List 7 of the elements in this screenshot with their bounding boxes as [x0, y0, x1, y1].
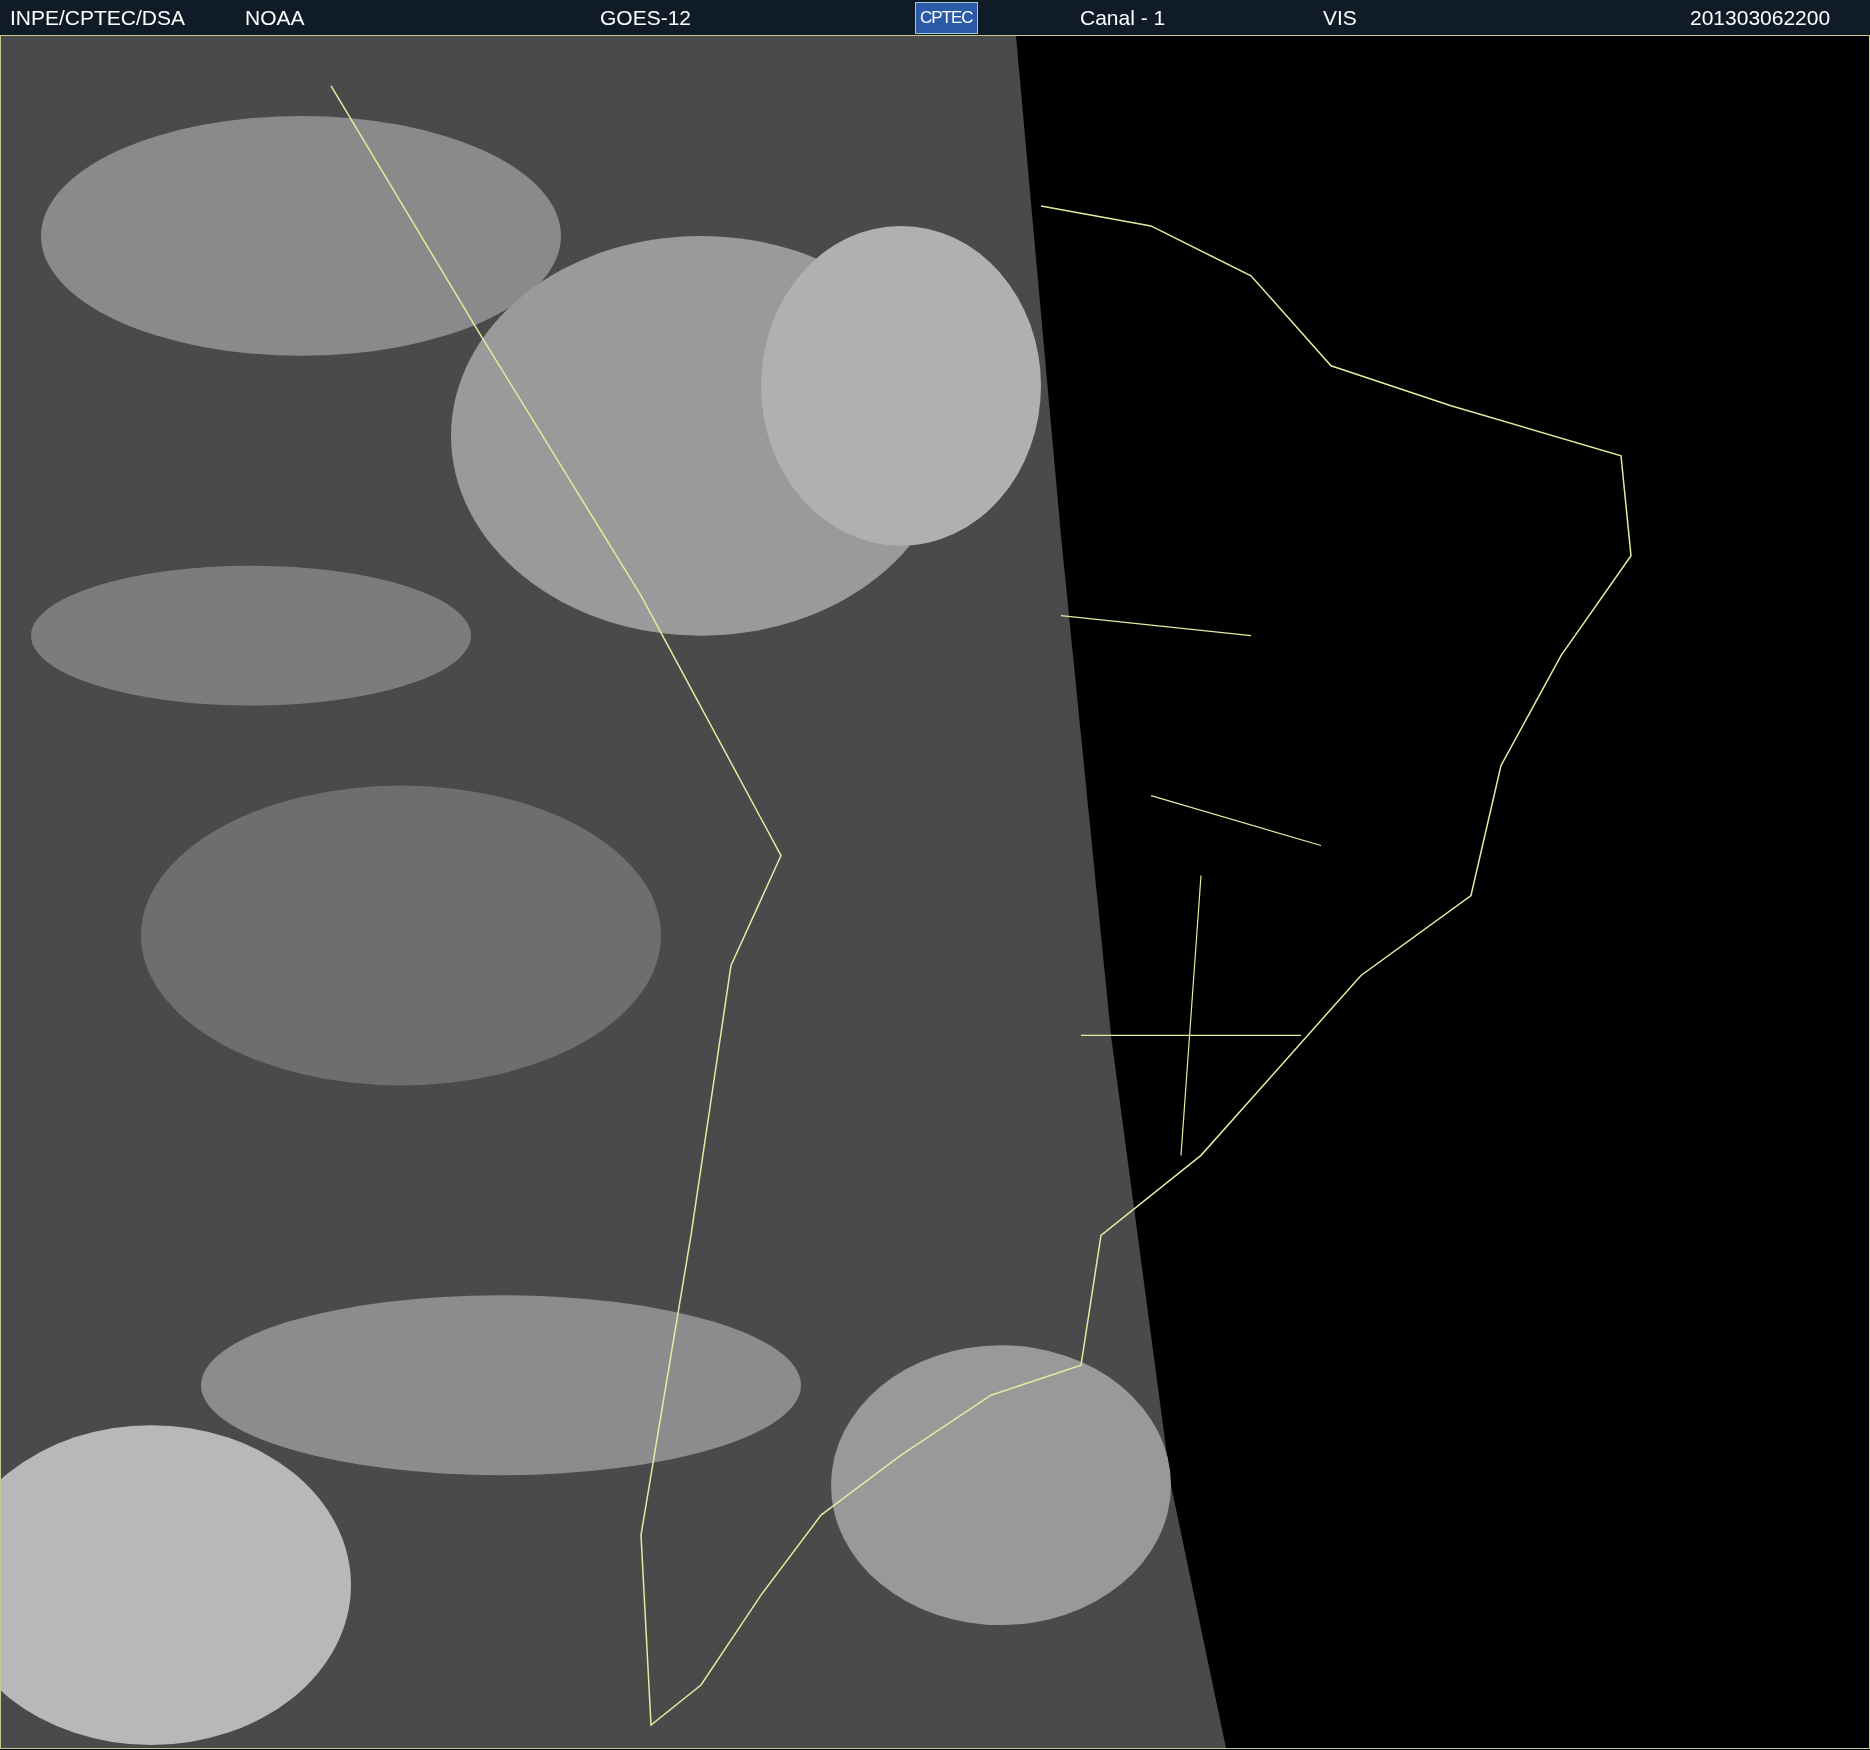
header-label: INPE/CPTEC/DSA — [10, 4, 187, 31]
header-label: Canal - 1 — [1080, 4, 1167, 31]
logo: CPTEC — [915, 1, 978, 34]
header-label: GOES-12 — [600, 4, 693, 31]
header-label: 201303062200 — [1690, 4, 1832, 31]
header-label: VIS — [1323, 4, 1358, 31]
header-label: NOAA — [245, 4, 306, 31]
